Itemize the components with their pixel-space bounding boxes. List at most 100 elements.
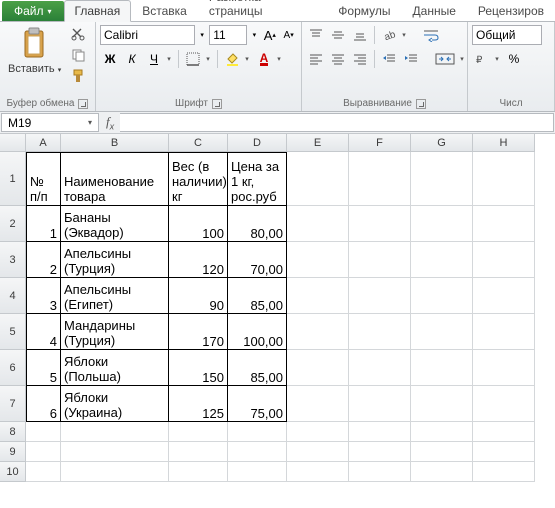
row-header[interactable]: 1 xyxy=(0,152,26,206)
cell[interactable] xyxy=(287,462,349,482)
font-size-select[interactable] xyxy=(209,25,247,45)
row-header[interactable]: 9 xyxy=(0,442,26,462)
cell[interactable] xyxy=(349,278,411,314)
row-header[interactable]: 5 xyxy=(0,314,26,350)
cell[interactable]: 125 xyxy=(169,386,228,422)
cell[interactable] xyxy=(411,422,473,442)
cell[interactable] xyxy=(349,422,411,442)
cell[interactable] xyxy=(349,152,411,206)
cell[interactable] xyxy=(26,462,61,482)
cell[interactable] xyxy=(287,278,349,314)
row-header[interactable]: 10 xyxy=(0,462,26,482)
cell[interactable] xyxy=(411,350,473,386)
cell[interactable]: Яблоки (Польша) xyxy=(61,350,169,386)
cell[interactable] xyxy=(411,206,473,242)
cell[interactable]: 120 xyxy=(169,242,228,278)
chevron-down-icon[interactable]: ▾ xyxy=(164,49,174,69)
col-header[interactable]: A xyxy=(26,134,61,152)
borders-button[interactable] xyxy=(183,49,203,69)
dialog-launcher[interactable] xyxy=(78,99,88,109)
cell[interactable] xyxy=(411,278,473,314)
col-header[interactable]: H xyxy=(473,134,535,152)
cell[interactable] xyxy=(473,442,535,462)
row-header[interactable]: 4 xyxy=(0,278,26,314)
merge-center-button[interactable] xyxy=(433,49,457,69)
cell[interactable] xyxy=(411,314,473,350)
row-header[interactable]: 2 xyxy=(0,206,26,242)
cell[interactable] xyxy=(228,462,287,482)
name-box[interactable]: M19▾ xyxy=(1,113,99,132)
cell[interactable] xyxy=(287,242,349,278)
cell[interactable] xyxy=(349,462,411,482)
italic-button[interactable]: К xyxy=(122,49,142,69)
cell[interactable] xyxy=(287,350,349,386)
col-header[interactable]: B xyxy=(61,134,169,152)
decrease-indent-button[interactable] xyxy=(379,49,399,69)
bold-button[interactable]: Ж xyxy=(100,49,120,69)
chevron-down-icon[interactable]: ▾ xyxy=(492,49,502,69)
cell[interactable] xyxy=(61,462,169,482)
row-header[interactable]: 8 xyxy=(0,422,26,442)
cell[interactable] xyxy=(26,422,61,442)
font-name-select[interactable] xyxy=(100,25,195,45)
number-format-select[interactable] xyxy=(472,25,542,45)
chevron-down-icon[interactable]: ▾ xyxy=(274,49,284,69)
cell[interactable] xyxy=(411,152,473,206)
cell[interactable] xyxy=(411,242,473,278)
cell[interactable]: Вес (в наличии), кг xyxy=(169,152,228,206)
col-header[interactable]: E xyxy=(287,134,349,152)
align-right-button[interactable] xyxy=(350,49,370,69)
chevron-down-icon[interactable]: ▾ xyxy=(197,25,207,45)
cell[interactable]: № п/п xyxy=(26,152,61,206)
select-all-corner[interactable] xyxy=(0,134,26,152)
cell[interactable]: 3 xyxy=(26,278,61,314)
cell[interactable] xyxy=(349,442,411,462)
cell[interactable] xyxy=(473,422,535,442)
orientation-button[interactable]: ab xyxy=(379,25,399,45)
cell[interactable] xyxy=(411,442,473,462)
row-header[interactable]: 6 xyxy=(0,350,26,386)
font-color-button[interactable]: A xyxy=(254,49,274,69)
cell[interactable] xyxy=(473,152,535,206)
wrap-text-button[interactable] xyxy=(421,25,441,45)
cell[interactable]: 2 xyxy=(26,242,61,278)
underline-button[interactable]: Ч xyxy=(144,49,164,69)
cell[interactable] xyxy=(61,442,169,462)
dialog-launcher[interactable] xyxy=(416,99,426,109)
cell[interactable] xyxy=(349,314,411,350)
cell[interactable] xyxy=(287,152,349,206)
cell[interactable]: Яблоки (Украина) xyxy=(61,386,169,422)
col-header[interactable]: D xyxy=(228,134,287,152)
shrink-font-button[interactable]: A▾ xyxy=(280,25,297,45)
cell[interactable]: 6 xyxy=(26,386,61,422)
tab-data[interactable]: Данные xyxy=(402,0,467,21)
cell[interactable]: 85,00 xyxy=(228,350,287,386)
chevron-down-icon[interactable]: ▾ xyxy=(399,25,409,45)
chevron-down-icon[interactable]: ▾ xyxy=(203,49,213,69)
paste-button[interactable]: Вставить ▾ xyxy=(4,25,65,77)
format-painter-button[interactable] xyxy=(68,67,88,85)
cell[interactable] xyxy=(228,422,287,442)
align-center-button[interactable] xyxy=(328,49,348,69)
tab-file[interactable]: Файл▾ xyxy=(2,1,64,21)
cell[interactable] xyxy=(349,206,411,242)
cell[interactable] xyxy=(473,314,535,350)
cell[interactable] xyxy=(287,206,349,242)
cell[interactable]: Апельсины (Египет) xyxy=(61,278,169,314)
cell[interactable]: Бананы (Эквадор) xyxy=(61,206,169,242)
cell[interactable] xyxy=(228,442,287,462)
chevron-down-icon[interactable]: ▾ xyxy=(457,49,467,69)
align-top-button[interactable] xyxy=(306,25,326,45)
cell[interactable] xyxy=(287,314,349,350)
align-middle-button[interactable] xyxy=(328,25,348,45)
cell[interactable] xyxy=(473,350,535,386)
chevron-down-icon[interactable]: ▾ xyxy=(88,118,92,127)
chevron-down-icon[interactable]: ▾ xyxy=(242,49,252,69)
row-header[interactable]: 3 xyxy=(0,242,26,278)
cell[interactable]: 170 xyxy=(169,314,228,350)
cell[interactable] xyxy=(473,462,535,482)
cell[interactable]: 1 xyxy=(26,206,61,242)
cell[interactable] xyxy=(169,422,228,442)
cell[interactable]: 90 xyxy=(169,278,228,314)
cell[interactable]: 75,00 xyxy=(228,386,287,422)
